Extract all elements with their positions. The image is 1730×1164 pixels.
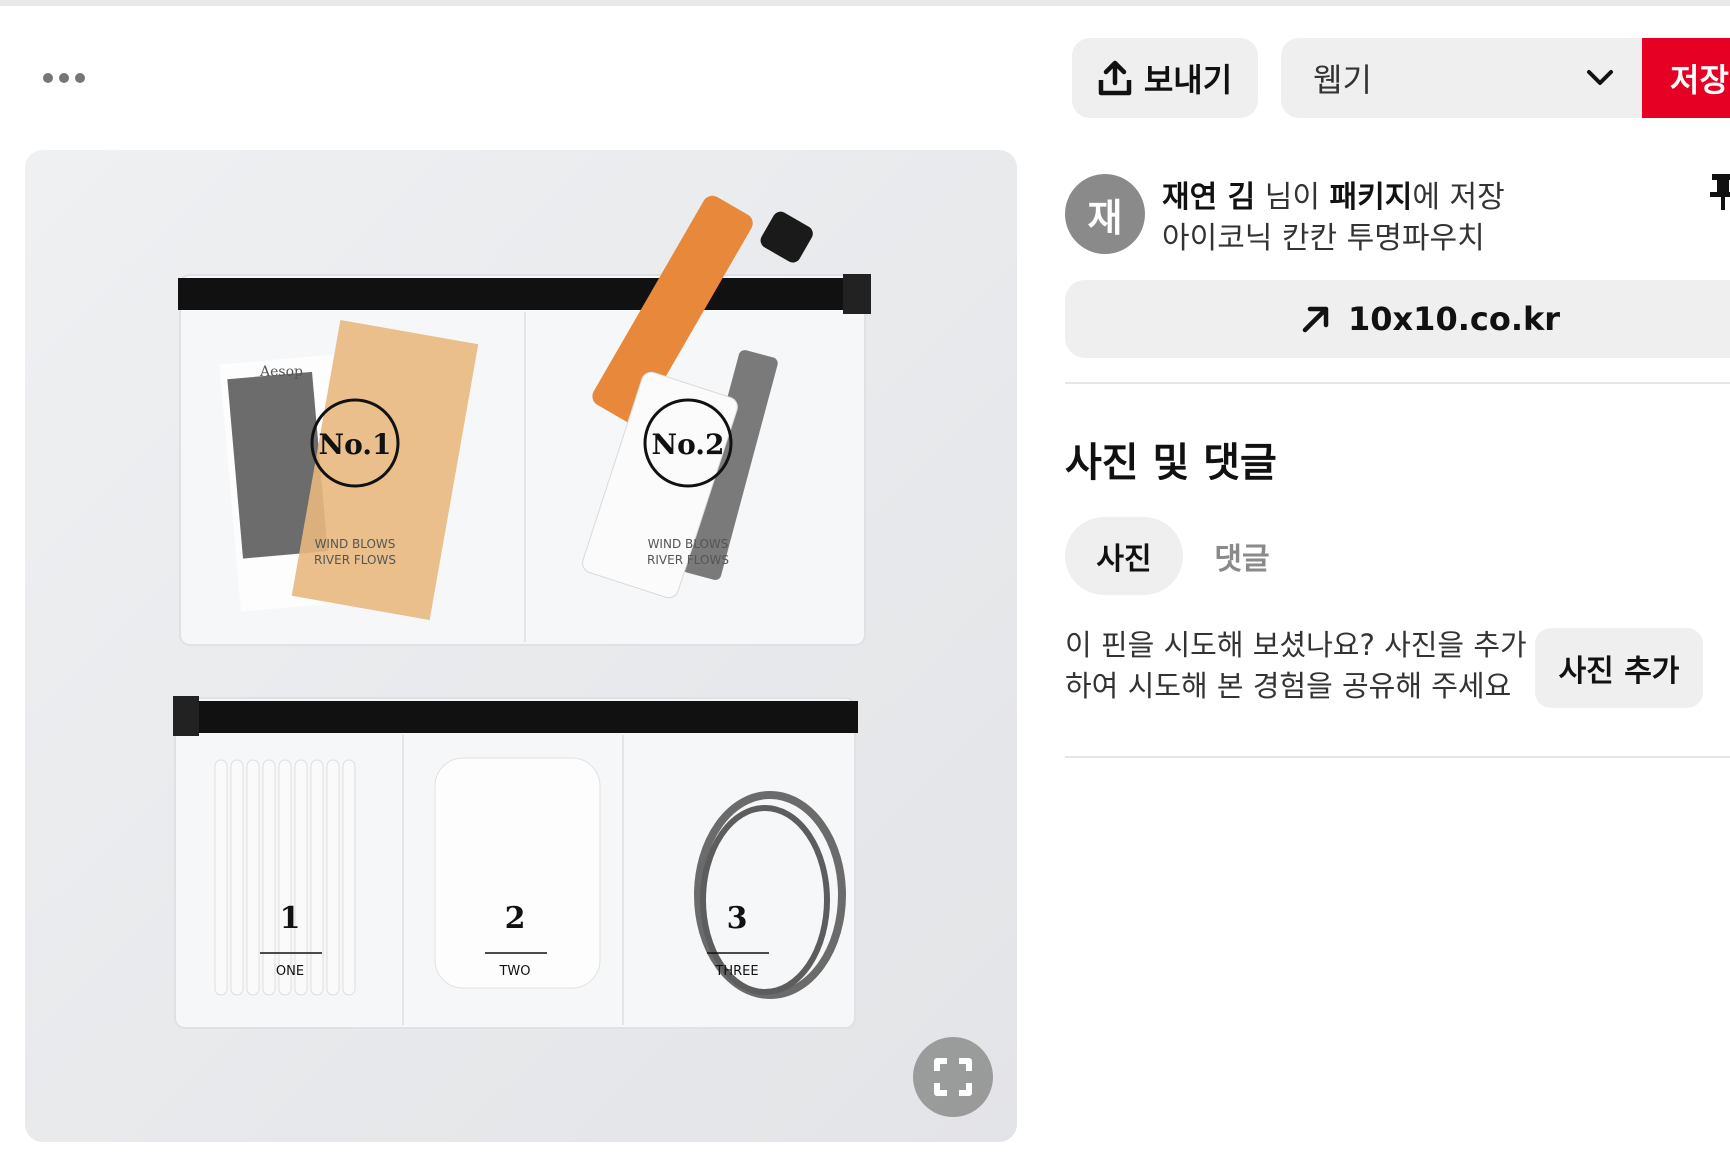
pouch-photo: No.1 WIND BLOWS RIVER FLOWS Aesop No.2 W…: [25, 150, 1017, 1142]
slogan-line1: WIND BLOWS: [648, 537, 729, 551]
source-domain: 10x10.co.kr: [1348, 300, 1561, 338]
slogan-line2: RIVER FLOWS: [647, 553, 729, 567]
section-divider: [1065, 382, 1730, 384]
lower-pouch: 1 ONE 2 TWO 3 THREE: [173, 696, 858, 1029]
tab-photos[interactable]: 사진: [1065, 517, 1183, 595]
pushpin-icon: [1710, 174, 1730, 210]
board-select-value: 웹기: [1313, 61, 1372, 99]
photos-comments-title: 사진 및 댓글: [1065, 440, 1277, 486]
slogan-line1: WIND BLOWS: [315, 537, 396, 551]
pocket1-number: 1: [280, 901, 301, 936]
pin-title: 아이코닉 칸칸 투명파우치: [1162, 221, 1485, 256]
send-label: 보내기: [1143, 61, 1233, 99]
saved-middle-text: 님이: [1255, 180, 1330, 215]
send-button[interactable]: 보내기: [1072, 38, 1258, 118]
avatar-letter: 재: [1087, 195, 1123, 240]
ellipsis-icon: [43, 73, 53, 83]
saver-name[interactable]: 재연 김: [1162, 180, 1255, 215]
arrow-up-right-icon: [1302, 306, 1329, 333]
chevron-down-icon: [1587, 70, 1613, 85]
pin-image[interactable]: No.1 WIND BLOWS RIVER FLOWS Aesop No.2 W…: [25, 150, 1017, 1142]
try-pin-prompt: 이 핀을 시도해 보셨나요? 사진을 추가하여 시도해 본 경험을 공유해 주세…: [1065, 628, 1527, 703]
source-link-button[interactable]: 10x10.co.kr: [1065, 280, 1730, 358]
pocket-no1-label: No.1: [318, 428, 391, 461]
ellipsis-icon: [75, 73, 85, 83]
pocket3-number: 3: [727, 901, 748, 936]
avatar[interactable]: 재: [1065, 174, 1145, 254]
pocket2-number: 2: [505, 901, 526, 936]
pocket3-word: THREE: [714, 964, 758, 979]
slogan-line2: RIVER FLOWS: [314, 553, 396, 567]
brand-label: Aesop: [259, 364, 303, 380]
pocket2-word: TWO: [498, 964, 530, 979]
top-divider: [0, 0, 1730, 6]
add-photo-label: 사진 추가: [1558, 654, 1680, 689]
save-label: 저장: [1670, 61, 1729, 99]
tab-photos-label: 사진: [1096, 542, 1152, 577]
more-options-button[interactable]: [32, 52, 96, 104]
ellipsis-icon: [59, 73, 69, 83]
tab-comments-label: 댓글: [1214, 542, 1270, 577]
pocket1-word: ONE: [276, 964, 304, 979]
saved-suffix-text: 에 저장: [1412, 180, 1505, 215]
pocket-no2-label: No.2: [651, 428, 724, 461]
add-photo-button[interactable]: 사진 추가: [1535, 628, 1703, 708]
pin-options-button[interactable]: [1708, 172, 1730, 212]
save-button[interactable]: 저장: [1642, 38, 1730, 118]
board-link[interactable]: 패키지: [1330, 180, 1413, 215]
tab-comments[interactable]: 댓글: [1183, 517, 1301, 595]
share-upload-icon: [1098, 60, 1132, 96]
fullscreen-icon: [934, 1058, 972, 1096]
saved-by-line: 재연 김 님이 패키지에 저장: [1162, 172, 1505, 216]
section-divider: [1065, 756, 1730, 758]
board-select[interactable]: 웹기: [1281, 38, 1642, 118]
fullscreen-button[interactable]: [913, 1037, 993, 1117]
